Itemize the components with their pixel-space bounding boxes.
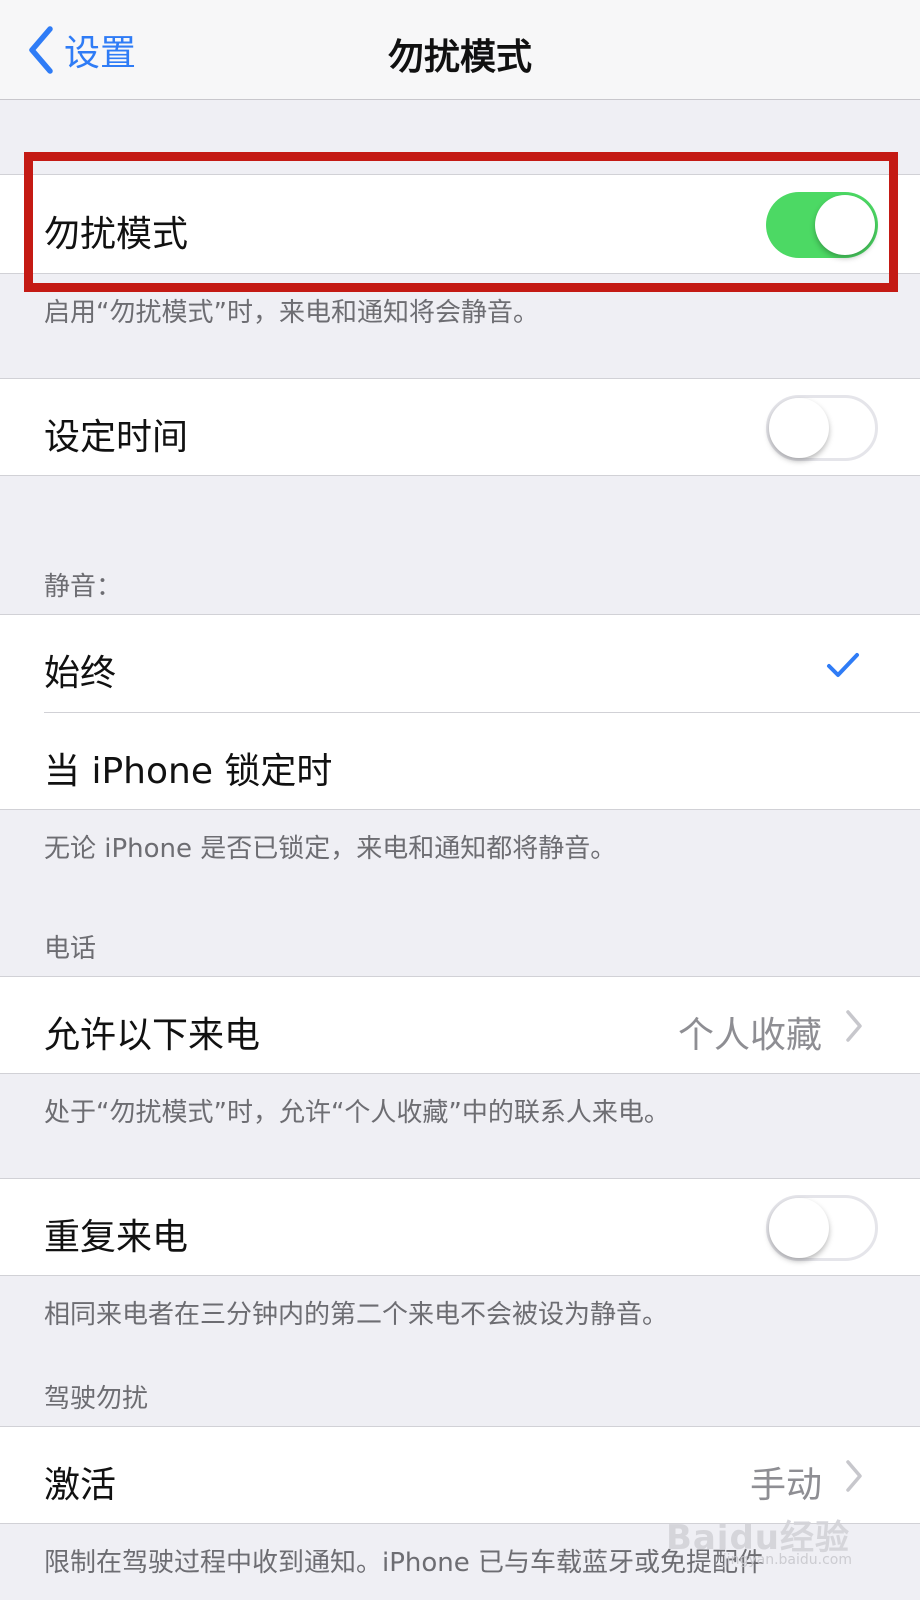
toggle-knob [769, 398, 829, 458]
repeated-calls-toggle[interactable] [766, 1195, 878, 1261]
highlight-annotation [24, 152, 898, 292]
activate-value: 手动 [749, 1465, 822, 1506]
option-always[interactable]: 始终 [0, 615, 920, 713]
toggle-knob [769, 1198, 829, 1258]
repeated-calls-row: 重复来电 [0, 1178, 920, 1276]
chevron-right-icon [846, 1460, 862, 1492]
repeated-calls-label: 重复来电 [44, 1217, 189, 1258]
activate-label: 激活 [44, 1465, 117, 1506]
scheduled-toggle[interactable] [766, 395, 878, 461]
option-when-locked-label: 当 iPhone 锁定时 [44, 751, 333, 792]
allow-calls-row[interactable]: 允许以下来电 个人收藏 [0, 976, 920, 1074]
repeated-footer: 相同来电者在三分钟内的第二个来电不会被设为静音。 [44, 1300, 669, 1330]
silence-options: 始终 当 iPhone 锁定时 [0, 614, 920, 810]
driving-footer: 限制在驾驶过程中收到通知。iPhone 已与车载蓝牙或免提配件 [44, 1548, 765, 1578]
chevron-right-icon [846, 1010, 862, 1042]
driving-header: 驾驶勿扰 [44, 1384, 149, 1414]
navigation-bar: 设置 勿扰模式 [0, 0, 920, 100]
option-always-label: 始终 [44, 653, 117, 694]
checkmark-icon [827, 653, 859, 677]
allow-calls-label: 允许以下来电 [44, 1015, 261, 1056]
baidu-watermark-url: jingyan.baidu.com [722, 1552, 852, 1568]
scheduled-row: 设定时间 [0, 378, 920, 476]
silence-footer: 无论 iPhone 是否已锁定，来电和通知都将静音。 [44, 834, 617, 864]
page-title: 勿扰模式 [387, 37, 532, 78]
scheduled-label: 设定时间 [44, 417, 189, 458]
phone-header: 电话 [44, 934, 97, 964]
allow-calls-value: 个人收藏 [677, 1015, 822, 1056]
phone-footer: 处于“勿扰模式”时，允许“个人收藏”中的联系人来电。 [44, 1098, 670, 1128]
dnd-footer: 启用“勿扰模式”时，来电和通知将会静音。 [44, 298, 539, 328]
silence-header: 静音： [44, 572, 123, 602]
option-when-locked[interactable]: 当 iPhone 锁定时 [0, 713, 920, 811]
